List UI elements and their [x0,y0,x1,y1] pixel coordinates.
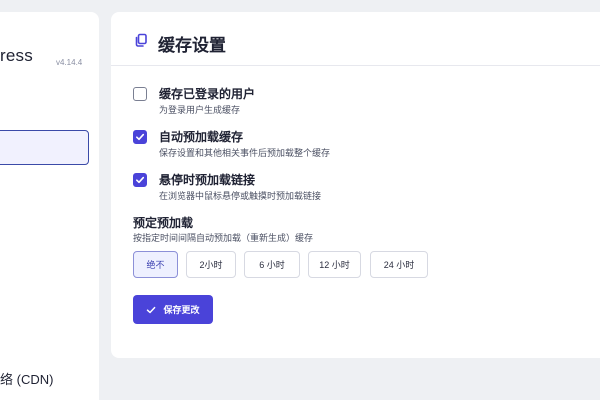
version-label: v4.14.4 [56,58,83,67]
interval-option-2h[interactable]: 2小时 [186,251,236,278]
check-icon [136,133,145,141]
option-title: 缓存已登录的用户 [159,87,256,101]
option-title: 悬停时预加载链接 [159,173,256,187]
sidebar: ress v4.14.4 络 (CDN) [0,12,99,400]
schedule-title: 预定预加载 [133,216,194,230]
interval-option-12h[interactable]: 12 小时 [308,251,361,278]
save-changes-label: 保存更改 [163,305,200,315]
interval-option-never[interactable]: 绝不 [133,251,178,278]
page-title: 缓存设置 [158,36,226,55]
cache-settings-card: 缓存设置 缓存已登录的用户 为登录用户生成缓存 自动预加载缓存 保存设置和其他相… [111,12,600,358]
copy-icon [134,33,148,47]
interval-option-6h[interactable]: 6 小时 [244,251,300,278]
card-header: 缓存设置 [111,12,600,66]
save-changes-button[interactable]: 保存更改 [133,295,213,324]
brand-name: ress [0,46,33,65]
sidebar-item-cdn[interactable]: 络 (CDN) [0,369,53,388]
sidebar-item-active[interactable] [0,130,89,165]
check-icon [136,176,145,184]
checkbox-auto-preload[interactable] [133,130,147,144]
check-icon [147,306,156,313]
checkbox-hover-preload[interactable] [133,173,147,187]
schedule-description: 按指定时间间隔自动预加载（重新生成）缓存 [133,233,314,243]
interval-option-24h[interactable]: 24 小时 [370,251,428,278]
option-description: 保存设置和其他相关事件后预加载整个缓存 [159,148,331,158]
option-title: 自动预加载缓存 [159,130,244,144]
checkbox-cache-logged-in-users[interactable] [133,87,147,101]
option-description: 在浏览器中鼠标悬停或触摸时预加载链接 [159,191,322,201]
option-description: 为登录用户生成缓存 [159,105,241,115]
